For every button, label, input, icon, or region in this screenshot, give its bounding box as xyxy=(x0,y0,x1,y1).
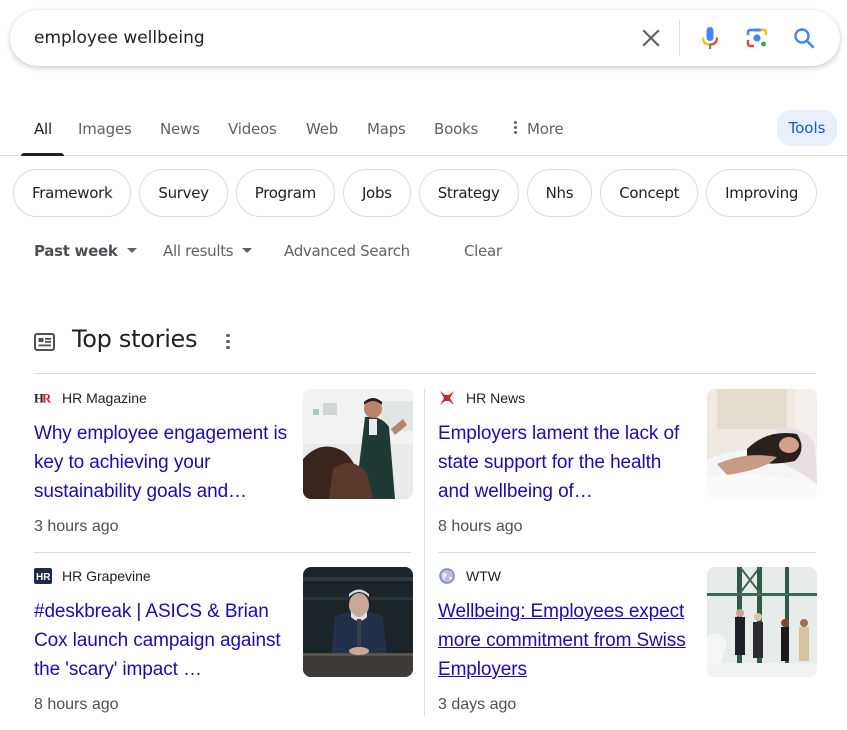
advanced-search-link[interactable]: Advanced Search xyxy=(284,242,410,260)
story-time: 3 days ago xyxy=(438,696,517,713)
hr-magazine-logo-icon: HR xyxy=(34,390,52,406)
search-input[interactable] xyxy=(34,26,594,50)
tab-images[interactable]: Images xyxy=(78,120,132,138)
search-bar xyxy=(10,10,840,66)
search-icon[interactable] xyxy=(790,24,818,52)
chip-strategy[interactable]: Strategy xyxy=(418,169,519,217)
story-source: HR HR Magazine xyxy=(34,389,147,407)
tab-maps[interactable]: Maps xyxy=(367,120,406,138)
source-name: HR News xyxy=(466,390,526,406)
active-tab-indicator xyxy=(21,153,64,156)
story-headline[interactable]: Employers lament the lack of state suppo… xyxy=(438,419,693,506)
time-filter-dropdown[interactable]: Past week xyxy=(34,242,137,260)
more-options-icon[interactable] xyxy=(223,331,233,353)
source-name: HR Magazine xyxy=(62,390,147,406)
source-name: HR Grapevine xyxy=(62,568,151,584)
story-time: 8 hours ago xyxy=(438,518,523,535)
close-icon[interactable] xyxy=(637,24,665,52)
story-card[interactable]: HR HR Magazine Why employee engagement i… xyxy=(34,389,413,549)
svg-text:HR: HR xyxy=(36,572,51,583)
tab-web[interactable]: Web xyxy=(306,120,338,138)
story-card[interactable]: WTW Wellbeing: Employees expect more com… xyxy=(438,567,817,727)
tab-books[interactable]: Books xyxy=(434,120,478,138)
story-source: HR News xyxy=(438,389,525,407)
row-divider-left xyxy=(34,552,411,553)
row-divider-right xyxy=(438,552,816,553)
globe-icon xyxy=(438,568,456,584)
source-name: WTW xyxy=(466,568,501,584)
column-divider xyxy=(424,389,425,716)
chip-jobs[interactable]: Jobs xyxy=(342,169,411,217)
results-filter-label: All results xyxy=(163,242,234,260)
chip-nhs[interactable]: Nhs xyxy=(526,169,593,217)
story-source: WTW xyxy=(438,567,501,585)
search-tabs: All Images News Videos Web Maps Books Mo… xyxy=(0,108,847,156)
chip-improving[interactable]: Improving xyxy=(706,169,818,217)
results-filter-dropdown[interactable]: All results xyxy=(163,242,253,260)
more-vertical-icon xyxy=(514,119,518,136)
chip-concept[interactable]: Concept xyxy=(600,169,699,217)
search-bar-divider xyxy=(679,20,680,56)
camera-lens-icon[interactable] xyxy=(743,24,771,52)
story-card[interactable]: HR HR Grapevine #deskbreak | ASICS & Bri… xyxy=(34,567,413,727)
microphone-icon[interactable] xyxy=(696,24,724,52)
hr-grapevine-logo-icon: HR xyxy=(34,568,52,584)
tab-more-label: More xyxy=(527,120,564,138)
top-stories-divider xyxy=(34,373,816,374)
story-thumbnail[interactable] xyxy=(707,567,817,677)
top-stories-title: Top stories xyxy=(72,325,198,353)
svg-text:R: R xyxy=(42,392,52,406)
story-headline[interactable]: Wellbeing: Employees expect more commitm… xyxy=(438,597,693,684)
time-filter-label: Past week xyxy=(34,242,118,260)
tab-more[interactable]: More xyxy=(514,119,564,138)
story-thumbnail[interactable] xyxy=(303,389,413,499)
story-time: 8 hours ago xyxy=(34,696,119,713)
caret-down-icon xyxy=(242,248,253,253)
tab-videos[interactable]: Videos xyxy=(228,120,277,138)
story-thumbnail[interactable] xyxy=(303,567,413,677)
chip-program[interactable]: Program xyxy=(235,169,335,217)
caret-down-icon xyxy=(126,248,137,253)
refinement-chips: Framework Survey Program Jobs Strategy N… xyxy=(13,169,818,217)
story-headline[interactable]: Why employee engagement is key to achiev… xyxy=(34,419,289,506)
tab-all[interactable]: All xyxy=(34,120,52,138)
tools-button[interactable]: Tools xyxy=(777,110,837,146)
chip-survey[interactable]: Survey xyxy=(139,169,228,217)
chip-framework[interactable]: Framework xyxy=(13,169,132,217)
clear-filters-link[interactable]: Clear xyxy=(464,242,502,260)
newspaper-icon xyxy=(34,333,55,351)
story-time: 3 hours ago xyxy=(34,518,119,535)
story-headline[interactable]: #deskbreak | ASICS & Brian Cox launch ca… xyxy=(34,597,289,684)
story-source: HR HR Grapevine xyxy=(34,567,151,585)
hr-news-logo-icon xyxy=(438,390,456,406)
story-thumbnail[interactable] xyxy=(707,389,817,499)
story-card[interactable]: HR News Employers lament the lack of sta… xyxy=(438,389,817,549)
tab-news[interactable]: News xyxy=(160,120,200,138)
